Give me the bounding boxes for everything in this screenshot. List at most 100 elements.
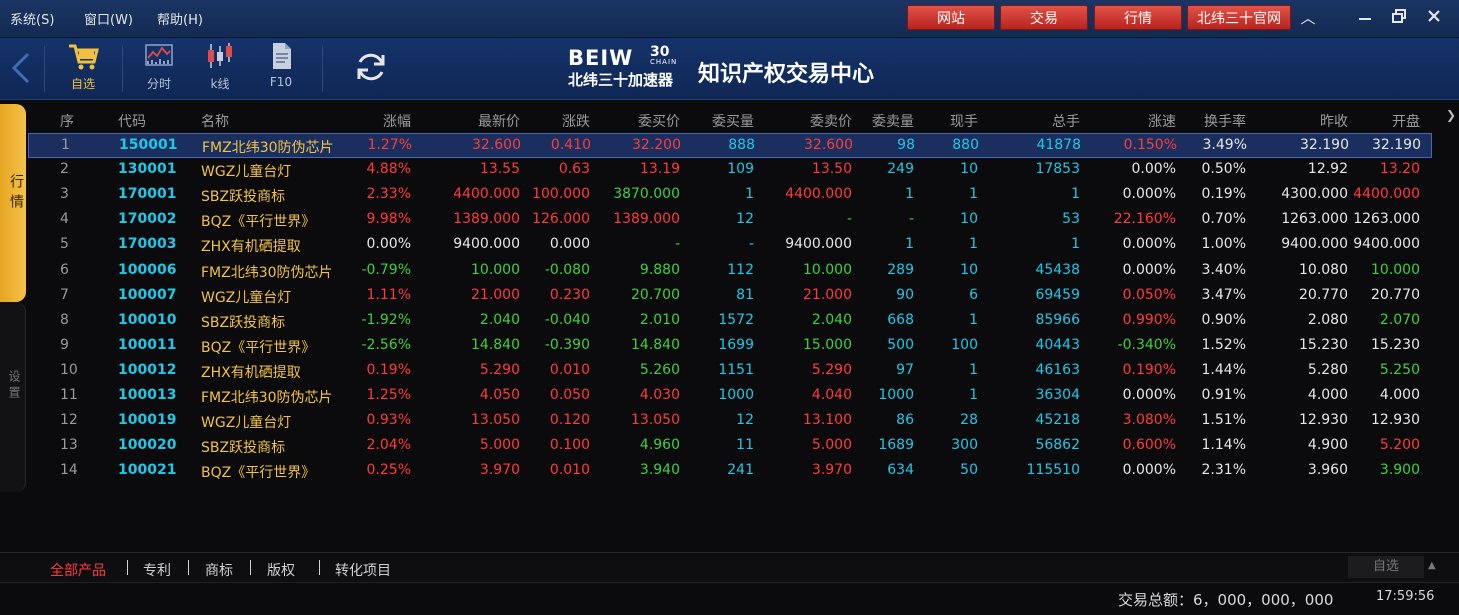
col-prev-close-cell: 4300.000 — [1281, 186, 1348, 203]
menu-window[interactable]: 窗口(W) — [84, 9, 133, 28]
col-last-cell: 3.970 — [479, 462, 520, 479]
col-seq-cell: 11 — [60, 387, 78, 403]
col-ask-header[interactable]: 委卖价 — [770, 111, 852, 131]
col-prev-close-header[interactable]: 昨收 — [1268, 111, 1348, 131]
scroll-right-icon[interactable]: ❯ — [1446, 108, 1456, 122]
col-bid-header[interactable]: 委买价 — [606, 111, 680, 131]
col-total-vol-cell: 46163 — [1035, 361, 1080, 378]
col-open-cell: 15.230 — [1371, 336, 1420, 353]
table-row[interactable]: 3 170001 SBZ跃投商标 2.33% 4400.000 100.000 3870.0… — [28, 183, 1432, 208]
col-turnover-header[interactable]: 换手率 — [1182, 111, 1246, 131]
col-open-cell: 20.770 — [1371, 286, 1420, 303]
menu-help[interactable]: 帮助(H) — [157, 9, 203, 28]
tab-copyrights[interactable]: 版权 — [267, 560, 295, 580]
col-last-header[interactable]: 最新价 — [446, 111, 520, 131]
col-speed-cell: 0.000% — [1122, 236, 1176, 253]
col-cur-vol-cell: 10 — [960, 211, 978, 228]
table-row[interactable]: 6 100006 FMZ北纬30防伪芯片 -0.79% 10.000 -0.080 9.88… — [28, 259, 1432, 284]
restore-icon[interactable] — [1389, 8, 1409, 28]
col-ask-vol-header[interactable]: 委卖量 — [854, 111, 914, 131]
official-site-button[interactable]: 北纬三十官网 — [1187, 5, 1291, 30]
table-row[interactable]: 12 100019 WGZ儿童台灯 0.93% 13.050 0.120 13.050 12 1… — [28, 409, 1432, 434]
col-change-pct-header[interactable]: 涨幅 — [355, 111, 411, 131]
col-bid-cell: 20.700 — [631, 286, 680, 303]
col-bid-cell: 13.050 — [631, 412, 680, 429]
tab-conversion-projects[interactable]: 转化项目 — [335, 560, 391, 580]
table-row[interactable]: 8 100010 SBZ跃投商标 -1.92% 2.040 -0.040 2.010 1572… — [28, 309, 1432, 334]
table-row[interactable]: 2 130001 WGZ儿童台灯 4.88% 13.55 0.63 13.19 109 13.5… — [28, 158, 1432, 183]
table-row[interactable]: 14 100021 BQZ《平行世界》 0.25% 3.970 0.010 3.940 241… — [28, 459, 1432, 484]
toolbar-timeshare[interactable]: 分时 — [136, 42, 182, 92]
col-speed-cell: 22.160% — [1113, 211, 1176, 228]
col-last-cell: 9400.000 — [453, 236, 520, 253]
table-row[interactable]: 5 170003 ZHX有机硒提取 0.00% 9400.000 0.000 - - 9400.… — [28, 233, 1432, 258]
trade-button[interactable]: 交易 — [1000, 5, 1088, 30]
table-row[interactable]: 11 100013 FMZ北纬30防伪芯片 1.25% 4.050 0.050 4.030 1… — [28, 384, 1432, 409]
col-seq-cell: 14 — [60, 462, 78, 479]
tab-trademarks[interactable]: 商标 — [205, 560, 233, 580]
category-tab-bar: 全部产品 专利 商标 版权 转化项目 — [0, 552, 1459, 582]
collapse-icon[interactable]: ︿ — [1298, 8, 1318, 28]
vertical-scrollbar[interactable] — [1442, 100, 1459, 552]
minimize-icon[interactable] — [1355, 8, 1375, 28]
col-code-cell: 100010 — [118, 311, 177, 328]
refresh-icon[interactable] — [354, 50, 388, 88]
website-button[interactable]: 网站 — [907, 5, 995, 30]
col-open-cell: 13.20 — [1379, 161, 1420, 178]
col-ask-vol-cell: 1000 — [878, 387, 914, 403]
table-row[interactable]: 4 170002 BQZ《平行世界》 9.98% 1389.000 126.000 1389… — [28, 208, 1432, 233]
toolbar-divider — [322, 46, 323, 92]
col-total-vol-header[interactable]: 总手 — [1018, 111, 1080, 131]
col-open-cell: 9400.000 — [1353, 236, 1420, 253]
col-bid-vol-header[interactable]: 委买量 — [700, 111, 754, 131]
col-seq-cell: 12 — [60, 412, 78, 429]
col-name-header[interactable]: 名称 — [201, 111, 341, 131]
col-ask-vol-cell: 634 — [887, 462, 914, 479]
col-prev-close-cell: 1263.000 — [1281, 211, 1348, 228]
tab-all-products[interactable]: 全部产品 — [50, 560, 106, 580]
col-speed-cell: 0.000% — [1122, 261, 1176, 278]
close-icon[interactable] — [1424, 8, 1444, 28]
col-change-cell: 0.230 — [549, 286, 590, 303]
col-name-cell: BQZ《平行世界》 — [201, 465, 316, 482]
col-bid-vol-cell: 11 — [736, 437, 754, 454]
toolbar-kline[interactable]: k线 — [197, 42, 243, 92]
col-ask-vol-cell: 86 — [896, 412, 914, 429]
col-bid-vol-cell: 1000 — [718, 387, 754, 403]
table-row[interactable]: 7 100007 WGZ儿童台灯 1.11% 21.000 0.230 20.700 81 21… — [28, 284, 1432, 309]
toolbar-f10[interactable]: F10 — [258, 42, 304, 89]
col-seq-cell: 9 — [60, 336, 69, 353]
menu-system[interactable]: 系统(S) — [10, 9, 54, 28]
col-change-cell: -0.040 — [544, 311, 590, 328]
col-total-vol-cell: 1 — [1071, 186, 1080, 203]
col-change-header[interactable]: 涨跌 — [526, 111, 590, 131]
col-ask-vol-cell: 249 — [887, 161, 914, 178]
col-bid-vol-cell: 109 — [727, 161, 754, 178]
col-change-cell: 0.100 — [549, 437, 590, 454]
col-cur-vol-header[interactable]: 现手 — [934, 111, 978, 131]
watchlist-tab[interactable]: 自选 — [1348, 556, 1424, 578]
table-row[interactable]: 9 100011 BQZ《平行世界》 -2.56% 14.840 -0.390 14.840… — [28, 334, 1432, 359]
col-ask-cell: - — [846, 211, 852, 228]
table-row[interactable]: 13 100020 SBZ跃投商标 2.04% 5.000 0.100 4.960 11 5.0… — [28, 434, 1432, 459]
brand-cn-name: 北纬三十加速器 — [568, 71, 674, 89]
back-arrow-icon[interactable] — [10, 52, 34, 88]
toolbar-watchlist[interactable]: 自选 — [60, 42, 106, 92]
side-tab-settings[interactable]: 设置 — [0, 302, 26, 492]
tab-patents[interactable]: 专利 — [143, 560, 171, 580]
col-last-cell: 32.600 — [472, 137, 521, 153]
col-code-header[interactable]: 代码 — [118, 111, 188, 131]
quotes-button[interactable]: 行情 — [1094, 5, 1182, 30]
tab-scroll-arrow-icon[interactable]: ▲ — [1428, 560, 1436, 571]
table-row[interactable]: 1 150001 FMZ北纬30防伪芯片 1.27% 32.600 0.410 32.200… — [28, 133, 1432, 158]
col-seq-header[interactable]: 序 — [60, 111, 80, 131]
table-row[interactable]: 10 100012 ZHX有机硒提取 0.19% 5.290 0.010 5.260 1151… — [28, 359, 1432, 384]
side-tab-quotes[interactable]: 行情 — [0, 104, 26, 302]
col-ask-vol-cell: 289 — [887, 261, 914, 278]
col-bid-cell: 3870.000 — [613, 186, 680, 203]
col-speed-header[interactable]: 涨速 — [1096, 111, 1176, 131]
col-open-header[interactable]: 开盘 — [1350, 111, 1420, 131]
col-ask-cell: 32.600 — [804, 137, 853, 153]
col-change-pct-cell: -0.79% — [361, 261, 411, 278]
col-change-pct-cell: 2.04% — [366, 437, 411, 454]
